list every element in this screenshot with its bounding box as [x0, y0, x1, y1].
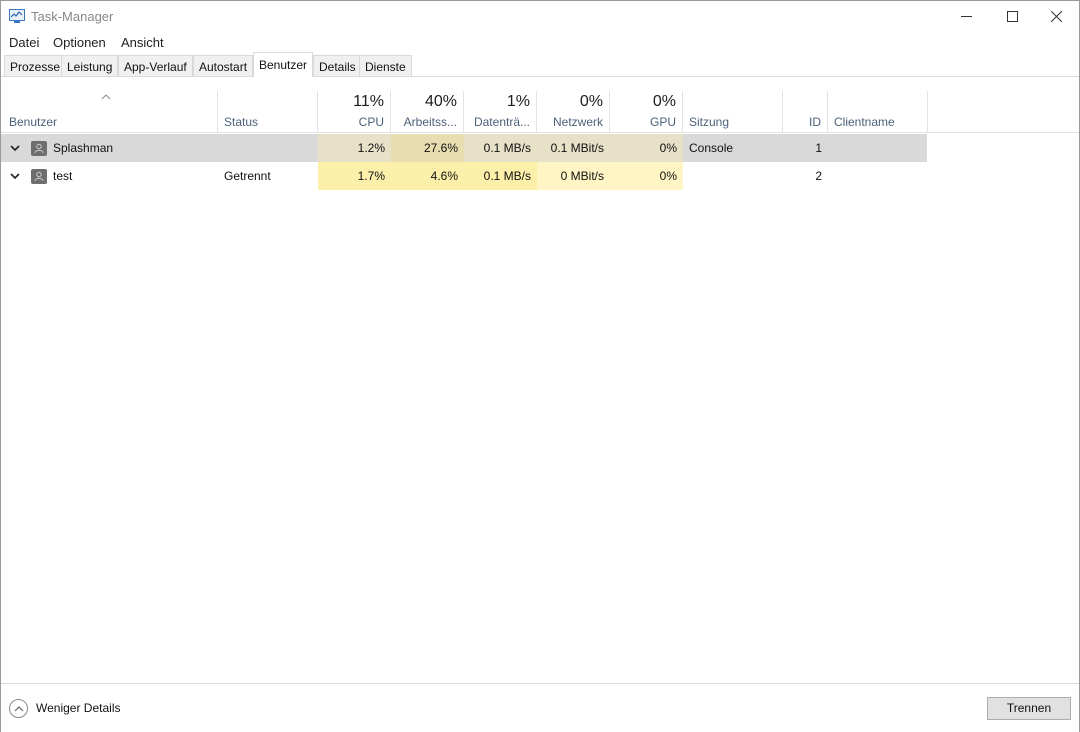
cpu-total-percent: 11%: [353, 93, 384, 110]
column-label-gpu: GPU: [649, 115, 676, 129]
fewer-details-link[interactable]: Weniger Details: [36, 701, 120, 715]
column-label-benutzer: Benutzer: [9, 115, 58, 129]
disk-value: 0.1 MB/s: [464, 134, 537, 162]
memory-value: 27.6%: [391, 134, 464, 162]
minimize-button[interactable]: [943, 1, 989, 32]
task-manager-window: Task-Manager Datei Optionen Ansicht Proz…: [0, 0, 1080, 732]
sort-ascending-icon: [101, 94, 111, 100]
network-value: 0.1 MBit/s: [537, 134, 610, 162]
footer-bar: Weniger Details Trennen: [1, 683, 1079, 732]
column-label-network: Netzwerk: [552, 115, 603, 129]
column-header-sitzung[interactable]: Sitzung: [683, 91, 783, 133]
column-header-status[interactable]: Status: [218, 91, 318, 133]
menu-ansicht[interactable]: Ansicht: [121, 35, 164, 50]
disk-value: 0.1 MB/s: [464, 162, 537, 190]
column-header-memory[interactable]: 40% Arbeitss...: [391, 91, 464, 133]
gpu-value: 0%: [610, 162, 683, 190]
network-total-percent: 0%: [579, 93, 603, 110]
cpu-value: 1.7%: [318, 162, 391, 190]
client-name: [834, 134, 924, 162]
close-icon: [1051, 11, 1062, 22]
memory-value: 4.6%: [391, 162, 464, 190]
column-header-cpu[interactable]: 11% CPU: [318, 91, 391, 133]
memory-total-percent: 40%: [424, 93, 457, 110]
tab-strip: Prozesse Leistung App-Verlauf Autostart …: [1, 51, 1079, 77]
network-value: 0 MBit/s: [537, 162, 610, 190]
column-label-disk: Datenträ...: [473, 115, 530, 129]
disk-total-percent: 1%: [506, 93, 530, 110]
title-bar: Task-Manager: [1, 1, 1079, 32]
column-label-clientname: Clientname: [834, 115, 895, 129]
cpu-value: 1.2%: [318, 134, 391, 162]
column-label-memory: Arbeitss...: [403, 115, 457, 129]
window-title: Task-Manager: [31, 9, 114, 24]
client-name: [834, 162, 924, 190]
user-avatar-icon: [31, 141, 47, 156]
fewer-details-toggle[interactable]: [9, 699, 28, 718]
column-label-id: ID: [809, 115, 821, 129]
table-row[interactable]: Splashman 1.2% 27.6% 0.1 MB/s 0.1 MBit/s…: [1, 134, 927, 162]
chevron-up-icon: [14, 706, 24, 712]
gpu-value: 0%: [610, 134, 683, 162]
column-headers: Benutzer Status 11% CPU 40% Arbeitss... …: [1, 91, 1079, 133]
column-header-network[interactable]: 0% Netzwerk: [537, 91, 610, 133]
tab-autostart[interactable]: Autostart: [193, 55, 254, 76]
minimize-icon: [961, 16, 972, 17]
session-value: [689, 162, 779, 190]
column-header-benutzer[interactable]: Benutzer: [1, 91, 218, 133]
maximize-button[interactable]: [989, 1, 1035, 32]
column-label-status: Status: [224, 115, 259, 129]
tab-dienste[interactable]: Dienste: [359, 55, 412, 76]
maximize-icon: [1007, 11, 1018, 22]
gpu-total-percent: 0%: [652, 93, 676, 110]
tab-app-verlauf[interactable]: App-Verlauf: [118, 55, 193, 76]
column-header-disk[interactable]: 1% Datenträ...: [464, 91, 537, 133]
user-status: [224, 134, 314, 162]
session-id: 2: [815, 169, 822, 183]
table-row[interactable]: test Getrennt 1.7% 4.6% 0.1 MB/s 0 MBit/…: [1, 162, 927, 190]
tab-details[interactable]: Details: [313, 55, 362, 76]
session-id: 1: [815, 141, 822, 155]
close-button[interactable]: [1033, 1, 1079, 32]
user-name: test: [53, 169, 73, 183]
column-header-id[interactable]: ID: [783, 91, 828, 133]
menu-bar: Datei Optionen Ansicht: [1, 32, 1079, 52]
column-label-sitzung: Sitzung: [689, 115, 730, 129]
user-status: Getrennt: [224, 169, 271, 183]
tab-benutzer[interactable]: Benutzer: [253, 52, 314, 77]
column-label-cpu: CPU: [358, 115, 384, 129]
user-name: Splashman: [53, 141, 114, 155]
user-avatar-icon: [31, 169, 47, 184]
chevron-down-icon[interactable]: [9, 171, 21, 181]
tab-leistung[interactable]: Leistung: [61, 55, 119, 76]
disconnect-button[interactable]: Trennen: [987, 697, 1071, 720]
session-value: Console: [689, 141, 734, 155]
menu-optionen[interactable]: Optionen: [53, 35, 106, 50]
column-header-clientname[interactable]: Clientname: [828, 91, 928, 133]
chevron-down-icon[interactable]: [9, 143, 21, 153]
menu-datei[interactable]: Datei: [9, 35, 39, 50]
tab-prozesse[interactable]: Prozesse: [4, 55, 67, 76]
column-header-gpu[interactable]: 0% GPU: [610, 91, 683, 133]
task-manager-app-icon: [9, 9, 25, 23]
